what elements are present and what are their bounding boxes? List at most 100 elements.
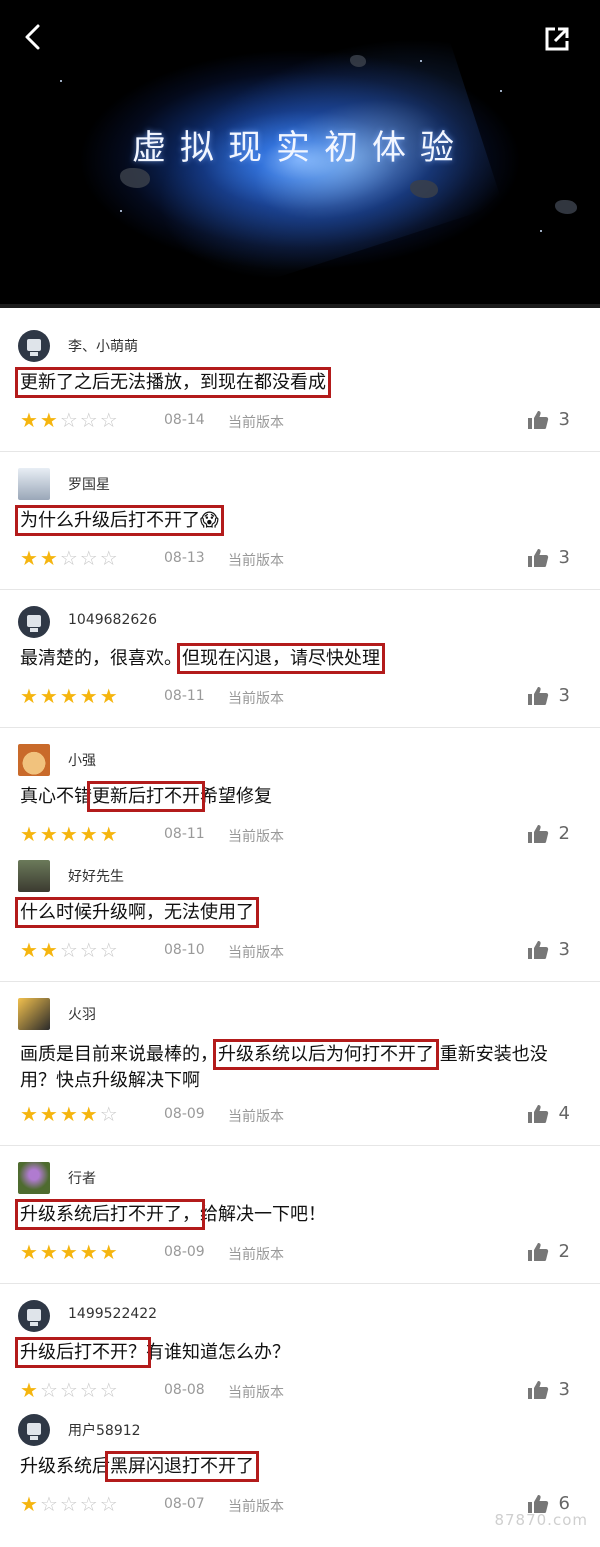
star-dot bbox=[120, 210, 122, 212]
hero-banner: 虚拟现实初体验 bbox=[0, 0, 600, 308]
rating-stars: ★★☆☆☆ bbox=[20, 546, 120, 570]
review-content: 最清楚的，很喜欢。但现在闪退，请尽快处理 bbox=[20, 643, 576, 674]
highlighted-text: 升级系统后打不开了， bbox=[15, 1199, 205, 1230]
review-username: 1049682626 bbox=[68, 612, 158, 628]
review-username: 小强 bbox=[68, 753, 96, 769]
asteroid bbox=[350, 55, 366, 67]
review-content: 什么时候升级啊，无法使用了 bbox=[15, 897, 576, 928]
review-list: 李、小萌萌 更新了之后无法播放，到现在都没看成 ★★☆☆☆ 08-14 当前版本… bbox=[0, 314, 600, 1541]
review-item: 1049682626 最清楚的，很喜欢。但现在闪退，请尽快处理 ★★★★★ 08… bbox=[0, 590, 600, 728]
review-version: 当前版本 bbox=[228, 1385, 284, 1401]
like-count: 3 bbox=[558, 547, 570, 568]
review-content: 真心不错更新后打不开希望修复 bbox=[20, 781, 576, 812]
like-count: 2 bbox=[558, 823, 570, 844]
rating-stars: ★★★★★ bbox=[20, 822, 120, 846]
page-title: 虚拟现实初体验 bbox=[132, 128, 468, 168]
review-content: 画质是目前来说最棒的，升级系统以后为何打不开了 重新安装也没用？快点升级解决下啊 bbox=[20, 1039, 576, 1094]
avatar bbox=[18, 468, 50, 500]
thumbs-up-icon bbox=[527, 1380, 548, 1399]
avatar bbox=[18, 606, 50, 638]
review-date: 08-08 bbox=[164, 1382, 205, 1398]
like-button[interactable]: 3 bbox=[527, 939, 570, 960]
review-version: 当前版本 bbox=[228, 553, 284, 569]
like-button[interactable]: 4 bbox=[527, 1103, 570, 1124]
review-username: 火羽 bbox=[68, 1007, 96, 1023]
review-content: 升级系统后打不开了，给解决一下吧！ bbox=[15, 1199, 576, 1230]
review-date: 08-09 bbox=[164, 1106, 205, 1122]
thumbs-up-icon bbox=[527, 940, 548, 959]
review-date: 08-11 bbox=[164, 688, 205, 704]
rating-stars: ★★★★☆ bbox=[20, 1102, 120, 1126]
review-date: 08-14 bbox=[164, 412, 205, 428]
highlighted-text: 但现在闪退，请尽快处理 bbox=[177, 643, 385, 674]
highlighted-text: 黑屏闪退打不开了 bbox=[105, 1451, 259, 1482]
review-text: 画质是目前来说最棒的， bbox=[20, 1044, 218, 1065]
thumbs-up-icon bbox=[527, 1104, 548, 1123]
review-version: 当前版本 bbox=[228, 415, 284, 431]
rating-stars: ★★☆☆☆ bbox=[20, 938, 120, 962]
review-version: 当前版本 bbox=[228, 691, 284, 707]
like-count: 3 bbox=[558, 685, 570, 706]
review-item: 好好先生 什么时候升级啊，无法使用了 ★★☆☆☆ 08-10 当前版本 3 bbox=[0, 856, 600, 982]
like-button[interactable]: 3 bbox=[527, 1379, 570, 1400]
thumbs-up-icon bbox=[527, 824, 548, 843]
review-text: 有谁知道怎么办？ bbox=[146, 1342, 290, 1363]
review-text: 希望修复 bbox=[200, 786, 272, 807]
review-date: 08-09 bbox=[164, 1244, 205, 1260]
review-username: 罗国星 bbox=[68, 477, 110, 493]
review-date: 08-11 bbox=[164, 826, 205, 842]
thumbs-up-icon bbox=[527, 686, 548, 705]
review-version: 当前版本 bbox=[228, 829, 284, 845]
review-content: 更新了之后无法播放，到现在都没看成 bbox=[15, 367, 576, 398]
rating-stars: ★★★★★ bbox=[20, 1240, 120, 1264]
review-item: 1499522422 升级后打不开？有谁知道怎么办？ ★☆☆☆☆ 08-08 当… bbox=[0, 1284, 600, 1412]
review-date: 08-10 bbox=[164, 942, 205, 958]
like-button[interactable]: 3 bbox=[527, 409, 570, 430]
asteroid bbox=[120, 168, 150, 188]
review-username: 行者 bbox=[68, 1171, 96, 1187]
rating-stars: ★☆☆☆☆ bbox=[20, 1492, 120, 1516]
review-text: 真心不错 bbox=[20, 786, 92, 807]
review-username: 用户58912 bbox=[68, 1423, 141, 1439]
thumbs-up-icon bbox=[527, 410, 548, 429]
avatar bbox=[18, 330, 50, 362]
divider bbox=[0, 304, 600, 308]
review-text: 最清楚的，很喜欢。 bbox=[20, 648, 182, 669]
watermark: 87870.com bbox=[494, 1511, 588, 1529]
review-username: 李、小萌萌 bbox=[68, 339, 138, 355]
avatar bbox=[18, 860, 50, 892]
review-text: 升级系统后 bbox=[20, 1456, 110, 1477]
highlighted-text: 更新后打不开 bbox=[87, 781, 205, 812]
rating-stars: ★★★★★ bbox=[20, 684, 120, 708]
like-count: 2 bbox=[558, 1241, 570, 1262]
like-button[interactable]: 3 bbox=[527, 547, 570, 568]
review-version: 当前版本 bbox=[228, 1109, 284, 1125]
avatar bbox=[18, 744, 50, 776]
review-version: 当前版本 bbox=[228, 945, 284, 961]
review-text: 给解决一下吧！ bbox=[200, 1204, 326, 1225]
review-username: 好好先生 bbox=[68, 869, 124, 885]
like-button[interactable]: 2 bbox=[527, 1241, 570, 1262]
review-date: 08-13 bbox=[164, 550, 205, 566]
highlighted-text: 更新了之后无法播放，到现在都没看成 bbox=[15, 367, 331, 398]
asteroid bbox=[555, 200, 577, 214]
like-button[interactable]: 3 bbox=[527, 685, 570, 706]
like-count: 3 bbox=[558, 1379, 570, 1400]
review-version: 当前版本 bbox=[228, 1247, 284, 1263]
like-count: 3 bbox=[558, 939, 570, 960]
star-dot bbox=[420, 60, 422, 62]
like-count: 4 bbox=[558, 1103, 570, 1124]
highlighted-text: 什么时候升级啊，无法使用了 bbox=[15, 897, 259, 928]
star-dot bbox=[500, 90, 502, 92]
star-dot bbox=[540, 230, 542, 232]
avatar bbox=[18, 1162, 50, 1194]
review-item: 火羽 画质是目前来说最棒的，升级系统以后为何打不开了 重新安装也没用？快点升级解… bbox=[0, 982, 600, 1146]
highlighted-text: 升级系统以后为何打不开了 bbox=[213, 1039, 439, 1070]
share-icon[interactable] bbox=[544, 26, 570, 52]
highlighted-text: 为什么升级后打不开了😱 bbox=[15, 505, 224, 536]
like-count: 3 bbox=[558, 409, 570, 430]
star-dot bbox=[60, 80, 62, 82]
like-button[interactable]: 2 bbox=[527, 823, 570, 844]
chevron-left-icon[interactable] bbox=[18, 22, 48, 52]
highlighted-text: 升级后打不开？ bbox=[15, 1337, 151, 1368]
